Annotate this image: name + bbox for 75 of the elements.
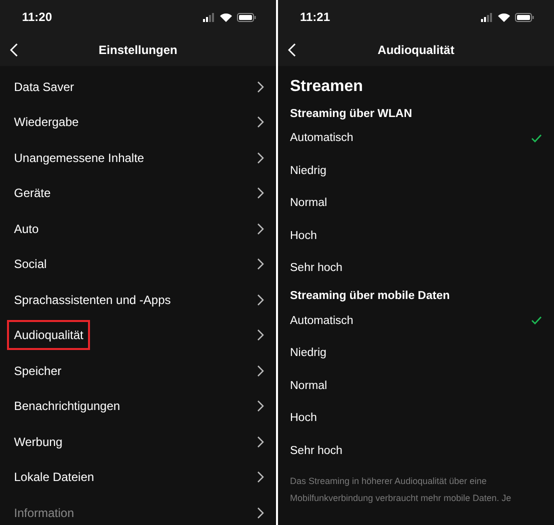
quality-option[interactable]: Hoch (290, 402, 542, 434)
option-label: Normal (290, 380, 328, 392)
settings-label: Sprachassistenten und -Apps (13, 292, 172, 309)
settings-label: Werbung (13, 434, 64, 451)
settings-label: Wiedergabe (13, 114, 80, 132)
settings-row[interactable]: Data Saver (0, 69, 276, 104)
chevron-right-icon (257, 222, 264, 235)
settings-label: Lokale Dateien (13, 469, 96, 486)
back-icon[interactable] (288, 43, 296, 57)
quality-option[interactable]: Sehr hoch (290, 252, 542, 284)
option-label: Niedrig (290, 164, 326, 177)
settings-row[interactable]: Benachrichtigungen (0, 388, 276, 424)
option-label: Niedrig (290, 347, 326, 360)
quality-option[interactable]: Automatisch (290, 304, 542, 337)
chevron-right-icon (257, 471, 264, 484)
option-label: Hoch (290, 230, 317, 242)
settings-row[interactable]: Speicher (0, 353, 276, 388)
screen-title: Einstellungen (98, 43, 178, 57)
back-icon[interactable] (10, 43, 18, 57)
wifi-icon (220, 12, 232, 22)
chevron-right-icon (257, 116, 264, 128)
battery-icon (237, 12, 256, 22)
screen-title: Audioqualität (378, 43, 454, 57)
settings-label: Audioqualität (7, 320, 90, 350)
settings-label: Data Saver (13, 78, 76, 96)
settings-label: Benachrichtigungen (13, 398, 122, 416)
group-title: Streaming über WLAN (290, 106, 414, 122)
quality-option[interactable]: Normal (290, 370, 542, 402)
signal-icon (203, 12, 215, 22)
section-heading: Streamen (290, 78, 364, 97)
settings-row[interactable]: Auto (0, 211, 276, 246)
option-label: Automatisch (290, 132, 354, 144)
status-time: 11:21 (300, 10, 330, 24)
settings-row[interactable]: Social (0, 246, 276, 282)
chevron-right-icon (257, 400, 264, 412)
settings-row[interactable]: Werbung (0, 424, 276, 460)
chevron-right-icon (257, 506, 264, 519)
settings-label: Auto (13, 220, 40, 238)
info-note: Das Streaming in höherer Audioqualität über eine Mobilfunkverbindung verbraucht mehr mobile Daten. Je (290, 475, 512, 505)
quality-option[interactable]: Niedrig (290, 154, 542, 187)
option-label: Hoch (290, 412, 317, 424)
settings-row[interactable]: Information (0, 495, 276, 525)
chevron-right-icon (257, 436, 264, 448)
chevron-right-icon (257, 364, 264, 377)
settings-row[interactable]: Sprachassistenten und -Apps (0, 282, 276, 318)
group-title: Streaming über mobile Daten (290, 289, 451, 304)
option-label: Normal (290, 197, 328, 210)
chevron-right-icon (257, 258, 264, 270)
settings-row[interactable]: Audioqualität (0, 318, 276, 353)
chevron-right-icon (257, 294, 264, 306)
settings-row[interactable]: Lokale Dateien (0, 460, 276, 495)
chevron-right-icon (257, 152, 264, 164)
settings-label: Geräte (13, 185, 52, 202)
settings-label: Unangemessene Inhalte (13, 150, 146, 167)
signal-icon (481, 12, 493, 22)
settings-row[interactable]: Wiedergabe (0, 104, 276, 140)
chevron-right-icon (257, 187, 264, 200)
quality-option[interactable]: Sehr hoch (290, 434, 542, 467)
battery-icon (515, 12, 534, 22)
quality-option[interactable]: Normal (290, 187, 542, 220)
chevron-right-icon (257, 80, 264, 93)
status-time: 11:20 (22, 10, 52, 24)
option-label: Sehr hoch (290, 262, 342, 274)
settings-row[interactable]: Unangemessene Inhalte (0, 140, 276, 176)
settings-label: Information (13, 504, 76, 522)
option-label: Sehr hoch (290, 444, 342, 457)
settings-label: Speicher (13, 362, 62, 380)
option-label: Automatisch (290, 314, 354, 327)
chevron-right-icon (257, 329, 264, 342)
quality-option[interactable]: Automatisch (290, 122, 542, 154)
quality-option[interactable]: Niedrig (290, 337, 542, 370)
settings-label: Social (13, 256, 48, 274)
settings-row[interactable]: Geräte (0, 176, 276, 211)
quality-option[interactable]: Hoch (290, 220, 542, 252)
wifi-icon (498, 12, 510, 22)
